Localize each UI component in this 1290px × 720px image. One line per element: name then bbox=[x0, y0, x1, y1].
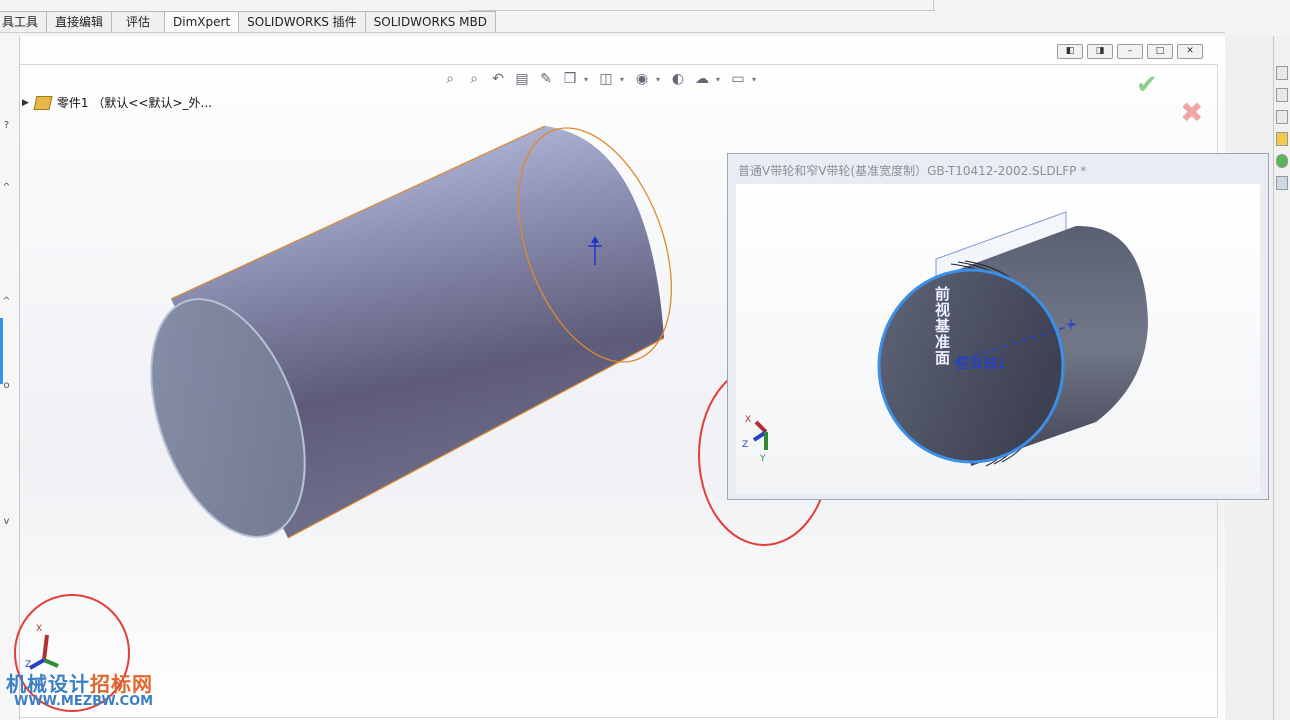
custom-properties-icon[interactable] bbox=[1276, 176, 1288, 190]
display-style-icon[interactable]: ◫ bbox=[596, 70, 616, 88]
close-icon[interactable]: ✕ bbox=[1177, 44, 1203, 59]
home-icon[interactable] bbox=[1276, 66, 1288, 80]
previous-view-icon[interactable]: ↶ bbox=[488, 70, 508, 88]
file-explorer-icon[interactable] bbox=[1276, 110, 1288, 124]
axis-label: 基准轴1 bbox=[955, 356, 1006, 372]
tab-evaluate[interactable]: 评估 bbox=[112, 11, 166, 32]
tab-direct-edit[interactable]: 直接编辑 bbox=[47, 11, 113, 32]
preview-scene bbox=[752, 211, 1148, 467]
collapse-up-icon[interactable]: ^ bbox=[0, 296, 13, 307]
triad-x-label: X bbox=[745, 415, 752, 425]
hide-show-icon[interactable]: ◉ bbox=[632, 70, 652, 88]
zoom-to-area-icon[interactable]: ⌕ bbox=[464, 70, 484, 88]
heads-up-view-toolbar: ⌕ ⌕ ↶ ▤ ✎ ❒ ▾ ◫ ▾ ◉ ▾ ◐ ☁ ▾ ▭ ▾ bbox=[440, 70, 760, 88]
dynamic-annotation-icon[interactable]: ✎ bbox=[536, 70, 556, 88]
tab-tools[interactable]: 具工具 bbox=[0, 11, 48, 32]
divider bbox=[933, 0, 934, 11]
edit-appearance-icon[interactable]: ◐ bbox=[668, 70, 688, 88]
feature-tree-root-label: 零件1 （默认<<默认>_外... bbox=[56, 96, 212, 110]
triad-z-label: Z bbox=[742, 440, 749, 450]
triad-x-label: X bbox=[36, 624, 43, 634]
command-manager-tabs: 具工具 直接编辑 评估 DimXpert SOLIDWORKS 插件 SOLID… bbox=[0, 0, 1290, 36]
document-window-controls: ◧ ◨ – □ ✕ bbox=[1057, 44, 1203, 59]
divider bbox=[0, 32, 1225, 33]
watermark: 机械设计招标网 bbox=[6, 668, 153, 697]
divider bbox=[470, 10, 935, 11]
preview-window[interactable]: 普通V带轮和窄V带轮(基准宽度制）GB-T10412-2002.SLDLFP * bbox=[727, 153, 1269, 500]
chevron-down-icon[interactable]: ▾ bbox=[716, 75, 724, 84]
appearances-icon[interactable] bbox=[1276, 154, 1288, 168]
chevron-down-icon[interactable]: v bbox=[0, 516, 13, 527]
feature-tree-root[interactable]: ▶ 零件1 （默认<<默认>_外... bbox=[22, 94, 212, 111]
tab-solidworks-mbd[interactable]: SOLIDWORKS MBD bbox=[365, 11, 496, 32]
tab-solidworks-addins[interactable]: SOLIDWORKS 插件 bbox=[239, 11, 366, 32]
zoom-to-fit-icon[interactable]: ⌕ bbox=[440, 70, 460, 88]
watermark-text: 招标网 bbox=[90, 672, 153, 696]
design-library-icon[interactable] bbox=[1276, 88, 1288, 102]
preview-window-title: 普通V带轮和窄V带轮(基准宽度制）GB-T10412-2002.SLDLFP * bbox=[738, 164, 1087, 178]
plane-label: 前视基准面 bbox=[933, 286, 951, 366]
selection-indicator bbox=[0, 318, 3, 384]
collapse-up-icon[interactable]: ^ bbox=[0, 182, 13, 193]
restore-right-icon[interactable]: ◨ bbox=[1087, 44, 1113, 59]
apply-scene-icon[interactable]: ☁ bbox=[692, 70, 712, 88]
part-icon bbox=[33, 95, 53, 110]
tab-dimxpert[interactable]: DimXpert bbox=[165, 11, 240, 33]
feature-manager-panel-edge[interactable]: ? ^ ^ o v bbox=[0, 36, 20, 720]
chevron-down-icon[interactable]: ▾ bbox=[656, 75, 664, 84]
maximize-icon[interactable]: □ bbox=[1147, 44, 1173, 59]
triad-y-label: Y bbox=[760, 454, 766, 464]
preview-triad bbox=[752, 420, 768, 450]
watermark-text: 机械设计 bbox=[6, 672, 90, 696]
expand-caret-icon[interactable]: ▶ bbox=[22, 98, 29, 108]
view-settings-icon[interactable]: ▭ bbox=[728, 70, 748, 88]
section-view-icon[interactable]: ▤ bbox=[512, 70, 532, 88]
view-orientation-icon[interactable]: ❒ bbox=[560, 70, 580, 88]
task-pane bbox=[1273, 36, 1290, 720]
help-icon[interactable]: ? bbox=[0, 120, 13, 131]
watermark-url: WWW.MEZBW.COM bbox=[14, 694, 154, 709]
splitter-handle-icon[interactable]: o bbox=[0, 380, 13, 391]
minimize-icon[interactable]: – bbox=[1117, 44, 1143, 59]
chevron-down-icon[interactable]: ▾ bbox=[620, 75, 628, 84]
tab-row: 具工具 直接编辑 评估 DimXpert SOLIDWORKS 插件 SOLID… bbox=[0, 11, 496, 33]
chevron-down-icon[interactable]: ▾ bbox=[752, 75, 760, 84]
checkmark-icon[interactable]: ✔ bbox=[1136, 70, 1158, 100]
restore-left-icon[interactable]: ◧ bbox=[1057, 44, 1083, 59]
close-x-icon[interactable]: ✖ bbox=[1180, 96, 1203, 129]
chevron-down-icon[interactable]: ▾ bbox=[584, 75, 592, 84]
preview-graphics: 前视基准面 基准轴1 X Z Y bbox=[736, 184, 1260, 494]
view-palette-icon[interactable] bbox=[1276, 132, 1288, 146]
